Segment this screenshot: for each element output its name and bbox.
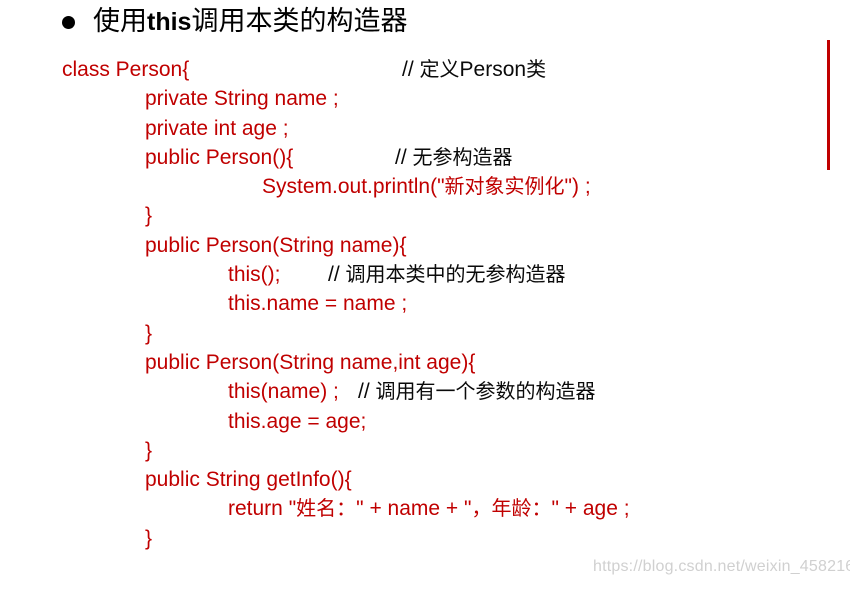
code-text: class Person{ [62, 58, 190, 81]
code-text: this(); [228, 263, 281, 287]
slide-canvas: 使用this调用本类的构造器 class Person{ // 定义Person类… [0, 0, 850, 589]
code-text: return "姓名：" + name + "，年龄：" + age ; [228, 496, 630, 521]
slide-title-text: 使用this调用本类的构造器 [93, 6, 407, 38]
code-line: this.name = name ; [62, 289, 842, 318]
title-segment-2: 调用本类的构造器 [191, 6, 408, 37]
code-line: this.age = age; [62, 407, 842, 436]
code-line: this(); // 调用本类中的无参构造器 [62, 260, 842, 289]
code-line: public Person(String name){ [62, 231, 842, 260]
code-line: public Person(String name,int age){ [62, 348, 842, 377]
code-line: } [62, 524, 842, 553]
code-block: class Person{ // 定义Person类 private String … [62, 55, 842, 553]
code-line: } [62, 319, 842, 348]
bullet-dot-icon [62, 15, 75, 29]
code-text: public Person(String name,int age){ [145, 350, 476, 374]
title-segment-0: 使用 [93, 6, 147, 37]
title-segment-1: this [147, 8, 192, 36]
code-line: return "姓名：" + name + "，年龄：" + age ; [62, 494, 842, 523]
code-text: } [145, 526, 153, 550]
slide-title: 使用this调用本类的构造器 [62, 2, 407, 42]
code-text: public Person(){ [145, 145, 294, 169]
watermark-text: https://blog.csdn.net/weixin_45821690 [593, 558, 850, 575]
code-text: private String name ; [145, 87, 339, 111]
code-text: private int age ; [145, 116, 289, 140]
code-comment: // 定义Person类 [402, 57, 547, 81]
code-text: System.out.println("新对象实例化") ; [262, 174, 591, 199]
code-text: } [145, 204, 153, 228]
code-text: public Person(String name){ [145, 233, 407, 257]
code-text: this.age = age; [228, 409, 367, 433]
code-line: private String name ; [62, 84, 842, 113]
code-comment: // 调用有一个参数的构造器 [358, 379, 596, 404]
code-line: private int age ; [62, 114, 842, 143]
code-line: } [62, 201, 842, 230]
code-line: this(name) ; // 调用有一个参数的构造器 [62, 377, 842, 406]
code-text: this.name = name ; [228, 292, 408, 316]
code-comment: // 调用本类中的无参构造器 [328, 262, 566, 287]
code-text: } [145, 321, 153, 345]
code-line: System.out.println("新对象实例化") ; [62, 172, 842, 201]
code-comment: // 无参构造器 [395, 144, 513, 169]
code-line: public String getInfo(){ [62, 465, 842, 494]
code-text: public String getInfo(){ [145, 468, 352, 492]
code-text: this(name) ; [228, 380, 339, 404]
code-line: class Person{ // 定义Person类 [62, 55, 842, 84]
code-line: } [62, 436, 842, 465]
code-line: public Person(){ // 无参构造器 [62, 143, 842, 172]
code-text: } [145, 438, 153, 462]
